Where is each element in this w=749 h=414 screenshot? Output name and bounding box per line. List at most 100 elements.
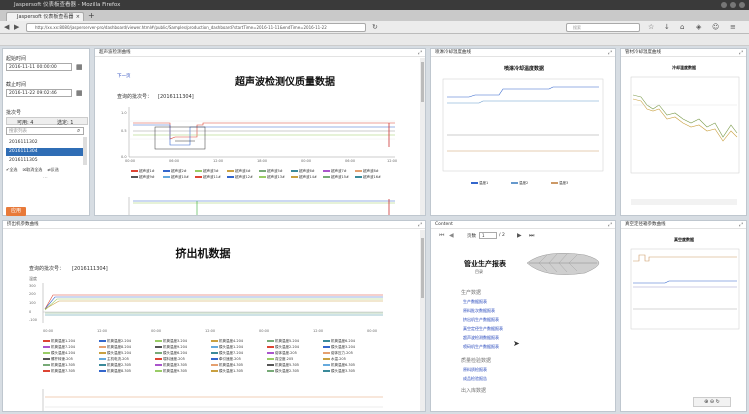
tab-close-icon[interactable]: ×	[76, 13, 80, 21]
legend-item[interactable]: 机筒温度2.305	[99, 363, 131, 368]
legend-item[interactable]: 机筒温度8.305	[99, 369, 131, 374]
legend-item[interactable]: 模头温度5.204	[99, 351, 131, 356]
legend-item[interactable]: 水温.205	[323, 357, 346, 362]
legend-item[interactable]: 机筒温度8.204	[99, 345, 131, 350]
legend-item[interactable]: 超声波12#	[227, 175, 253, 180]
next-page-link[interactable]: 下一页	[117, 73, 131, 79]
zoom-controls[interactable]: ⊕ ⊖ ↻	[693, 397, 731, 407]
prev-page-icon[interactable]: ◀	[449, 232, 454, 239]
end-time-input[interactable]: 2016-11-22 09:02:46	[6, 89, 72, 97]
legend-item[interactable]: 机筒温度3.305	[155, 363, 187, 368]
calendar-icon[interactable]: ▦	[76, 63, 83, 71]
legend-item[interactable]: 超声波1#	[131, 169, 155, 174]
legend-item[interactable]: 机筒温度1.305	[43, 363, 75, 368]
tab-available[interactable]: 可用: 4	[17, 119, 33, 126]
minimize-button[interactable]	[721, 2, 727, 8]
maximize-button[interactable]	[730, 2, 736, 8]
menu-icon[interactable]: ≡	[730, 23, 736, 31]
toc-link[interactable]: 超声波检测数据报表	[463, 335, 499, 341]
legend-item[interactable]: 超声波3#	[195, 169, 219, 174]
reload-icon[interactable]: ↻	[372, 23, 378, 31]
legend-item[interactable]: 机筒温度5.204	[267, 339, 299, 344]
legend-item[interactable]: 机筒温度5.305	[267, 363, 299, 368]
select-all-button[interactable]: 全选	[9, 167, 17, 172]
list-item[interactable]: 2016111302	[6, 139, 84, 147]
expand-icon[interactable]: ⤢	[739, 50, 743, 56]
legend-item[interactable]: 机筒温度9.204	[155, 345, 187, 350]
legend-item[interactable]: 模头温度2.305	[267, 369, 299, 374]
legend-item[interactable]: 模头温度7.204	[211, 351, 243, 356]
legend-item[interactable]: 机筒温度7.305	[43, 369, 75, 374]
next-page-icon[interactable]: ▶	[517, 232, 522, 239]
panel-scrollbar[interactable]	[420, 58, 425, 215]
search-field[interactable]: 搜索	[566, 23, 640, 32]
legend-item[interactable]: 超声波6#	[291, 169, 315, 174]
legend-item[interactable]: 机筒温度6.305	[323, 363, 355, 368]
toc-link[interactable]: 喷码机生产数据报表	[463, 344, 499, 350]
list-item[interactable]: 2016111305	[6, 157, 84, 165]
legend-item[interactable]: 机筒温度2.204	[99, 339, 131, 344]
toc-link[interactable]: 成品检验报告	[463, 376, 487, 382]
bookmark-star-icon[interactable]: ☆	[648, 23, 654, 31]
legend-item[interactable]: 超声波9#	[131, 175, 155, 180]
toc-link[interactable]: 原料批次数据报表	[463, 308, 495, 314]
shield-icon[interactable]: ◈	[696, 23, 701, 31]
legend-item[interactable]: 真空度.205	[267, 357, 293, 362]
legend-item[interactable]: 超声波16#	[355, 175, 381, 180]
chat-icon[interactable]: ☺	[712, 23, 719, 31]
legend-item[interactable]: 模头温度3.305	[323, 369, 355, 374]
forward-icon[interactable]: ▶	[14, 23, 19, 31]
legend-item[interactable]: 模头温度3.204	[323, 345, 355, 350]
page-input[interactable]: 1	[479, 232, 497, 239]
expand-icon[interactable]: ⤢	[418, 50, 422, 56]
toc-link[interactable]: 生产数据报表	[463, 299, 487, 305]
legend-item[interactable]: 模头温度2.204	[267, 345, 299, 350]
select-none-button[interactable]: 取消全选	[26, 167, 42, 172]
legend-item[interactable]: 喂料速度.205	[155, 357, 185, 362]
legend-item[interactable]: 机筒温度9.305	[155, 369, 187, 374]
legend-item[interactable]: 超声波8#	[355, 169, 379, 174]
legend-item[interactable]: 超声波13#	[259, 175, 285, 180]
legend-item[interactable]: 机筒温度6.204	[323, 339, 355, 344]
legend-item[interactable]: 模头温度1.305	[211, 369, 243, 374]
legend-item[interactable]: 超声波5#	[259, 169, 283, 174]
legend-item[interactable]: 超声波7#	[323, 169, 347, 174]
legend-item[interactable]: 超声波11#	[195, 175, 221, 180]
first-page-icon[interactable]: ⏮	[439, 232, 444, 240]
new-tab-button[interactable]: +	[88, 11, 95, 20]
legend-item[interactable]: 超声波14#	[291, 175, 317, 180]
legend-item[interactable]: 超声波4#	[227, 169, 251, 174]
toc-link[interactable]: 挤出机生产数据报表	[463, 317, 499, 323]
list-scrollbar[interactable]	[83, 137, 87, 165]
legend-item[interactable]: 熔体压力.205	[323, 351, 353, 356]
legend-item[interactable]: 机筒温度7.204	[43, 345, 75, 350]
toc-link[interactable]: 原料质检报表	[463, 367, 487, 373]
legend-item[interactable]: 模头温度6.204	[155, 351, 187, 356]
legend-item[interactable]: 主机电流.205	[99, 357, 129, 362]
apply-button[interactable]: 应用	[6, 207, 26, 216]
calendar-icon[interactable]: ▦	[76, 89, 83, 97]
download-icon[interactable]: ↓	[664, 23, 670, 31]
expand-icon[interactable]: ⤢	[739, 222, 743, 228]
batch-search-input[interactable]: 搜索列表	[6, 127, 84, 135]
legend-item[interactable]: 模头温度4.204	[43, 351, 75, 356]
legend-item[interactable]: 机筒温度4.204	[211, 339, 243, 344]
legend-item[interactable]: 螺杆转速.205	[43, 357, 73, 362]
list-item-selected[interactable]: 2016111304	[6, 148, 84, 156]
toc-link[interactable]: 真空定径生产数据报表	[463, 326, 503, 332]
legend-item[interactable]: 模头温度1.204	[211, 345, 243, 350]
url-bar[interactable]: http://xx.xx:8080/jasperserver-pro/dashb…	[26, 23, 366, 32]
browser-tab[interactable]: Jaspersoft 仪表板查看器 ×	[6, 12, 84, 21]
panel-scrollbar[interactable]	[420, 230, 425, 411]
last-page-icon[interactable]: ⏭	[529, 232, 534, 240]
legend-item[interactable]: 机筒温度3.204	[155, 339, 187, 344]
collapse-icon[interactable]: ⋯	[43, 175, 48, 181]
expand-icon[interactable]: ⤢	[418, 222, 422, 228]
legend-item[interactable]: 机筒温度1.204	[43, 339, 75, 344]
back-icon[interactable]: ◀	[4, 23, 9, 31]
home-icon[interactable]: ⌂	[680, 23, 684, 31]
legend-item[interactable]: 机筒温度4.305	[211, 363, 243, 368]
start-time-input[interactable]: 2016-11-11 00:00:00	[6, 63, 72, 71]
legend-item[interactable]: 超声波10#	[163, 175, 189, 180]
expand-icon[interactable]: ⤢	[608, 50, 612, 56]
